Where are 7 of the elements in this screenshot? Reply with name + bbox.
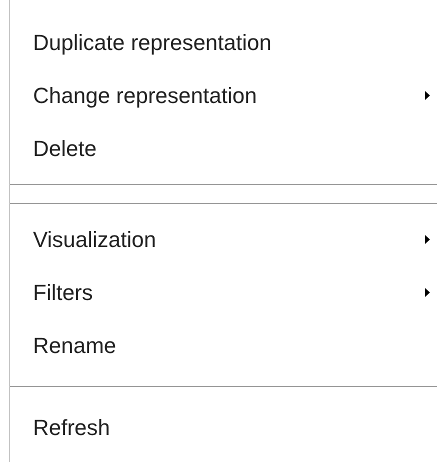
menu-item[interactable]: Refresh (10, 401, 437, 454)
menu-item[interactable]: Visualization (10, 213, 437, 266)
menu-item[interactable]: Rename (10, 319, 437, 372)
menu-item[interactable]: Change representation (10, 69, 437, 122)
menu-item[interactable]: Delete (10, 122, 437, 175)
menu-item[interactable]: Filters (10, 266, 437, 319)
menu-item[interactable]: Duplicate representation (10, 16, 437, 69)
